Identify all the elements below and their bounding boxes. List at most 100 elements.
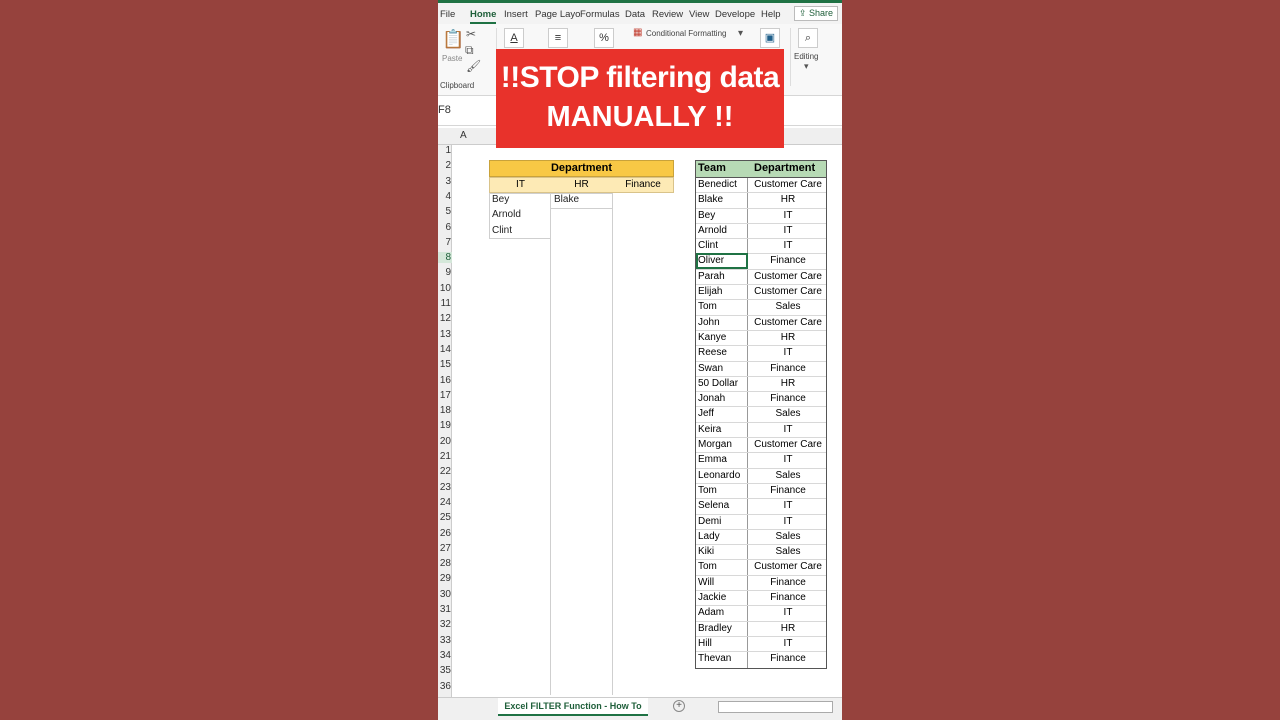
tab-view[interactable]: View bbox=[689, 9, 709, 20]
tab-review[interactable]: Review bbox=[652, 9, 683, 20]
department-cell[interactable]: IT bbox=[748, 453, 828, 467]
sheet-tab-active[interactable]: Excel FILTER Function - How To bbox=[498, 698, 648, 716]
it-column-header[interactable]: IT bbox=[490, 178, 551, 192]
row-number[interactable]: 18 bbox=[438, 405, 452, 416]
team-header[interactable]: Team bbox=[698, 162, 726, 174]
row-number[interactable]: 19 bbox=[438, 420, 452, 431]
row-number[interactable]: 36 bbox=[438, 681, 452, 692]
row-number[interactable]: 7 bbox=[438, 237, 452, 248]
department-cell[interactable]: Sales bbox=[748, 300, 828, 314]
team-cell[interactable]: Keira bbox=[698, 423, 721, 437]
font-color-icon[interactable]: A bbox=[504, 28, 524, 48]
table-row[interactable]: Blake HR bbox=[696, 193, 826, 209]
tab-file[interactable]: File bbox=[440, 9, 455, 20]
department-cell[interactable]: Sales bbox=[748, 545, 828, 559]
department-cell[interactable]: Finance bbox=[748, 591, 828, 605]
table-row[interactable]: Thevan Finance bbox=[696, 652, 826, 667]
tab-formulas[interactable]: Formulas bbox=[580, 9, 620, 20]
department-cell[interactable]: Customer Care bbox=[748, 560, 828, 574]
table-row[interactable]: Kanye HR bbox=[696, 331, 828, 347]
it-cell[interactable]: Clint bbox=[492, 225, 512, 236]
table-row[interactable]: Keira IT bbox=[696, 423, 828, 439]
team-cell[interactable]: Tom bbox=[698, 560, 717, 574]
table-row[interactable]: Leonardo Sales bbox=[696, 469, 826, 484]
table-row[interactable]: Elijah Customer Care bbox=[696, 285, 826, 301]
row-number-selected[interactable]: 8 bbox=[438, 252, 452, 264]
table-row[interactable]: Bey IT bbox=[696, 209, 826, 224]
row-number[interactable]: 12 bbox=[438, 313, 452, 324]
department-cell[interactable]: IT bbox=[748, 239, 828, 253]
table-row[interactable]: Jonah Finance bbox=[696, 392, 828, 408]
department-cell[interactable]: IT bbox=[748, 499, 828, 513]
department-cell[interactable]: Customer Care bbox=[748, 438, 828, 452]
department-cell[interactable]: IT bbox=[748, 423, 828, 437]
table-row[interactable]: Lady Sales bbox=[696, 530, 826, 546]
finance-column-header[interactable]: Finance bbox=[612, 178, 674, 192]
row-number[interactable]: 28 bbox=[438, 558, 452, 569]
table-row[interactable]: Selena IT bbox=[696, 499, 828, 515]
paste-icon[interactable]: 📋 bbox=[442, 30, 464, 48]
team-cell[interactable]: Benedict bbox=[698, 178, 737, 192]
team-cell[interactable]: Will bbox=[698, 576, 714, 590]
table-row[interactable]: Morgan Customer Care bbox=[696, 438, 828, 454]
row-number[interactable]: 29 bbox=[438, 573, 452, 584]
department-cell[interactable]: HR bbox=[748, 622, 828, 636]
team-cell[interactable]: Kanye bbox=[698, 331, 726, 345]
team-cell[interactable]: Tom bbox=[698, 300, 717, 314]
table-row[interactable]: Oliver Finance bbox=[696, 253, 828, 270]
department-cell[interactable]: IT bbox=[748, 515, 828, 529]
table-row[interactable]: Emma IT bbox=[696, 453, 828, 469]
table-row[interactable]: Tom Finance bbox=[696, 484, 828, 500]
department-cell[interactable]: Customer Care bbox=[748, 270, 828, 284]
row-number[interactable]: 11 bbox=[438, 298, 452, 309]
row-number[interactable]: 31 bbox=[438, 604, 452, 615]
department-cell[interactable]: Finance bbox=[748, 484, 828, 498]
cut-icon[interactable]: ✂ bbox=[466, 28, 476, 40]
team-cell[interactable]: Jonah bbox=[698, 392, 725, 406]
row-number[interactable]: 25 bbox=[438, 512, 452, 523]
team-cell[interactable]: Bey bbox=[698, 209, 715, 223]
team-cell[interactable]: Elijah bbox=[698, 285, 722, 299]
align-icon[interactable]: ≡ bbox=[548, 28, 568, 48]
table-row[interactable]: Tom Sales bbox=[696, 300, 828, 316]
table-row[interactable]: Bradley HR bbox=[696, 622, 826, 637]
tab-developer[interactable]: Develope bbox=[715, 9, 755, 20]
row-number[interactable]: 6 bbox=[438, 222, 452, 233]
department-cell[interactable]: IT bbox=[748, 346, 828, 360]
row-number[interactable]: 32 bbox=[438, 619, 452, 630]
department-cell[interactable]: Customer Care bbox=[748, 316, 828, 330]
team-cell[interactable]: Emma bbox=[698, 453, 727, 467]
row-number[interactable]: 3 bbox=[438, 176, 452, 187]
department-cell[interactable]: Finance bbox=[748, 362, 828, 376]
tab-help[interactable]: Help bbox=[761, 9, 781, 20]
row-number[interactable]: 9 bbox=[438, 267, 452, 278]
department-cell[interactable]: Sales bbox=[748, 407, 828, 421]
row-number[interactable]: 33 bbox=[438, 635, 452, 646]
table-row[interactable]: Jeff Sales bbox=[696, 407, 828, 423]
department-cell[interactable]: Finance bbox=[748, 392, 828, 406]
team-cell[interactable]: John bbox=[698, 316, 720, 330]
team-cell[interactable]: Adam bbox=[698, 606, 724, 620]
department-cell[interactable]: Finance bbox=[748, 254, 828, 268]
table-row[interactable]: Clint IT bbox=[696, 239, 828, 255]
team-cell[interactable]: Kiki bbox=[698, 545, 714, 559]
conditional-formatting-icon[interactable]: ▦ bbox=[633, 28, 642, 38]
team-cell[interactable]: 50 Dollar bbox=[698, 377, 738, 391]
team-cell[interactable]: Blake bbox=[698, 193, 723, 207]
table-row[interactable]: Adam IT bbox=[696, 606, 826, 622]
department-cell[interactable]: HR bbox=[748, 331, 828, 345]
table-row[interactable]: Parah Customer Care bbox=[696, 270, 828, 286]
team-cell[interactable]: Jackie bbox=[698, 591, 726, 605]
row-number[interactable]: 22 bbox=[438, 466, 452, 477]
row-number[interactable]: 14 bbox=[438, 344, 452, 355]
add-sheet-icon[interactable]: + bbox=[673, 700, 685, 712]
team-cell[interactable]: Swan bbox=[698, 362, 723, 376]
table-row[interactable]: Kiki Sales bbox=[696, 545, 828, 561]
table-row[interactable]: Benedict Customer Care bbox=[696, 178, 826, 194]
row-number[interactable]: 23 bbox=[438, 482, 452, 493]
copy-icon[interactable]: ⧉ bbox=[465, 44, 474, 56]
department-cell[interactable]: IT bbox=[748, 637, 828, 651]
cells-icon[interactable]: ▣ bbox=[760, 28, 780, 48]
department-cell[interactable]: HR bbox=[748, 377, 828, 391]
tab-page-layout[interactable]: Page Layo bbox=[535, 9, 580, 20]
